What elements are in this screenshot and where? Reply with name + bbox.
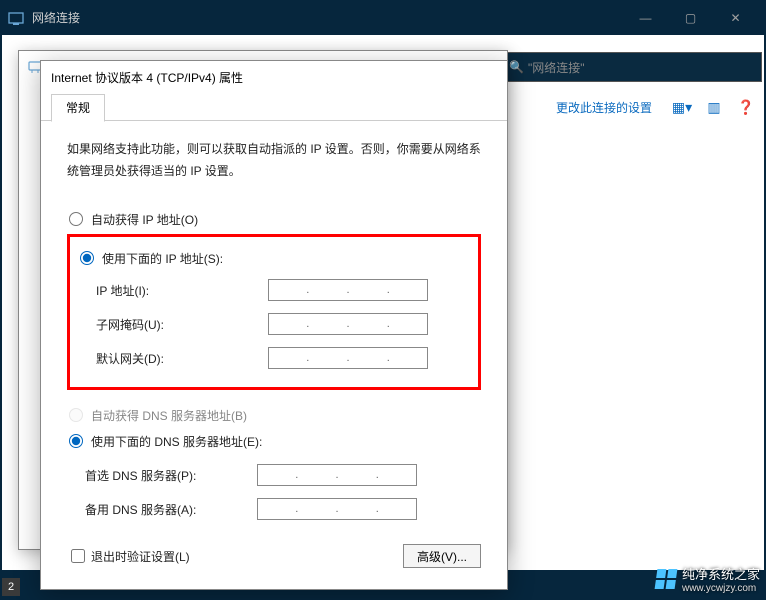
- dialog-tabs: 常规: [41, 93, 507, 121]
- input-subnet-mask[interactable]: ...: [268, 313, 428, 335]
- watermark-logo-icon: [655, 569, 678, 589]
- taskbar-badge: 2: [2, 578, 20, 596]
- tab-general[interactable]: 常规: [51, 94, 105, 122]
- input-ip-address[interactable]: ...: [268, 279, 428, 301]
- outer-window-title: 网络连接: [32, 9, 80, 26]
- maximize-button[interactable]: ▢: [668, 3, 713, 33]
- radio-manual-ip[interactable]: 使用下面的 IP 地址(S):: [80, 247, 470, 269]
- search-icon: 🔍: [509, 60, 524, 74]
- search-placeholder: "网络连接": [528, 59, 585, 76]
- radio-auto-ip[interactable]: 自动获得 IP 地址(O): [69, 208, 481, 230]
- input-alternate-dns[interactable]: ...: [257, 498, 417, 520]
- advanced-button[interactable]: 高级(V)...: [403, 544, 481, 568]
- view-details-icon[interactable]: ▥: [702, 97, 726, 117]
- outer-window-titlebar: 网络连接 — ▢ ✕: [0, 0, 766, 35]
- dialog-description: 如果网络支持此功能，则可以获取自动指派的 IP 设置。否则，你需要从网络系统管理…: [67, 139, 481, 182]
- input-preferred-dns[interactable]: ...: [257, 464, 417, 486]
- view-large-icon[interactable]: ▦▾: [670, 97, 694, 117]
- watermark-name: 纯净系统之家: [682, 564, 760, 583]
- search-box[interactable]: 🔍 "网络连接": [502, 52, 762, 82]
- watermark-url: www.ycwjzy.com: [682, 583, 760, 594]
- help-icon[interactable]: ❓: [734, 97, 758, 117]
- network-icon: [8, 10, 24, 26]
- radio-auto-dns[interactable]: 自动获得 DNS 服务器地址(B): [69, 404, 481, 426]
- radio-manual-dns[interactable]: 使用下面的 DNS 服务器地址(E):: [69, 430, 481, 452]
- label-subnet-mask: 子网掩码(U):: [78, 316, 268, 333]
- change-connection-settings-link[interactable]: 更改此连接的设置: [556, 99, 652, 116]
- dialog-title: Internet 协议版本 4 (TCP/IPv4) 属性: [41, 61, 507, 93]
- checkbox-validate-on-exit[interactable]: 退出时验证设置(L): [67, 548, 190, 565]
- highlight-box: 使用下面的 IP 地址(S): IP 地址(I): ... 子网掩码(U): .…: [67, 234, 481, 390]
- label-alternate-dns: 备用 DNS 服务器(A):: [67, 501, 257, 518]
- input-default-gateway[interactable]: ...: [268, 347, 428, 369]
- label-ip-address: IP 地址(I):: [78, 282, 268, 299]
- ipv4-properties-dialog: Internet 协议版本 4 (TCP/IPv4) 属性 常规 如果网络支持此…: [40, 60, 508, 590]
- label-preferred-dns: 首选 DNS 服务器(P):: [67, 467, 257, 484]
- close-button[interactable]: ✕: [713, 3, 758, 33]
- label-default-gateway: 默认网关(D):: [78, 350, 268, 367]
- minimize-button[interactable]: —: [623, 3, 668, 33]
- watermark: 纯净系统之家 www.ycwjzy.com: [656, 564, 760, 594]
